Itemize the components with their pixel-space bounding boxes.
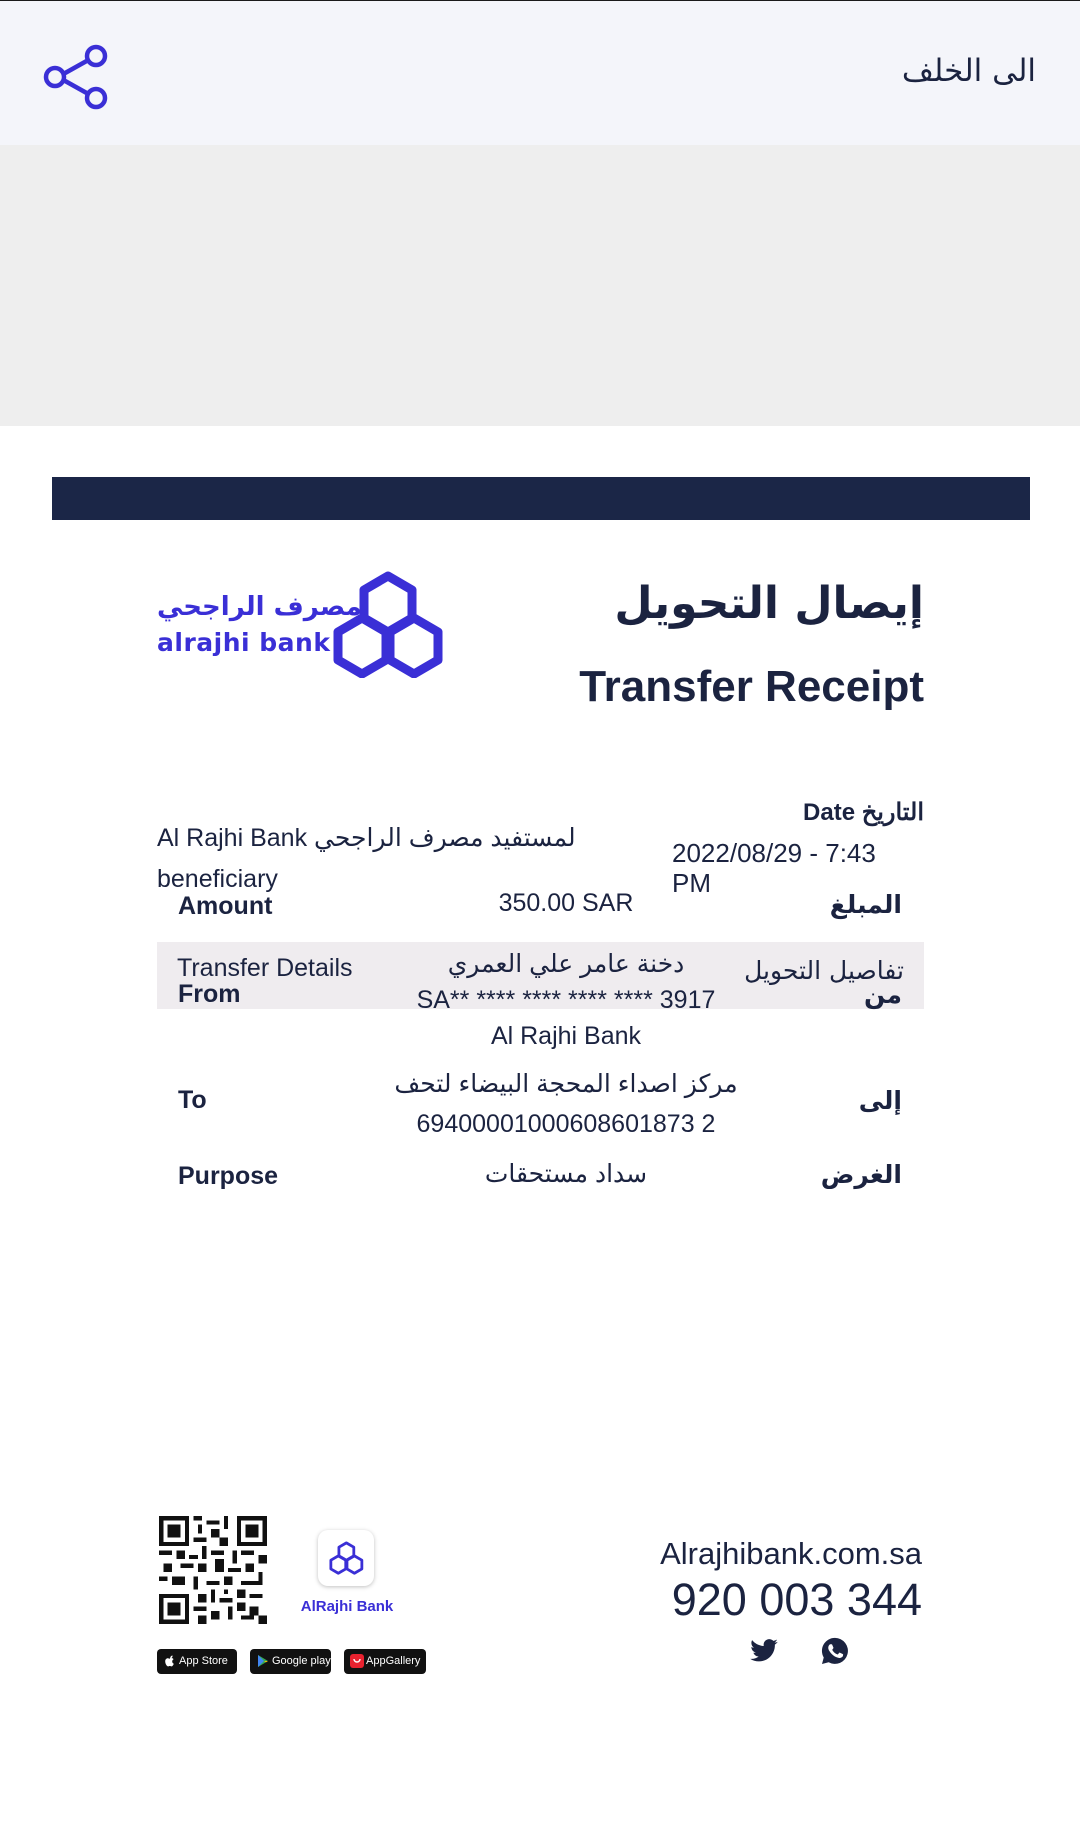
twitter-button[interactable] <box>748 1636 780 1666</box>
amount-value: 350.00 SAR <box>366 889 766 918</box>
app-store-badge[interactable]: App Store <box>157 1649 237 1674</box>
purpose-value-line: سداد مستحقات <box>484 1160 648 1188</box>
twitter-icon <box>750 1639 778 1662</box>
whatsapp-icon <box>821 1637 848 1664</box>
from-value: دخنة عامر علي العمري SA** **** **** ****… <box>366 946 766 1054</box>
qr-code <box>159 1516 267 1624</box>
purpose-label: Purpose <box>178 1162 279 1190</box>
receipt-title-arabic: إيصال التحويل <box>614 578 924 629</box>
sender-name: دخنة عامر علي العمري <box>447 950 685 978</box>
date-label: Date التاريخ <box>803 799 924 826</box>
appgallery-icon <box>350 1654 364 1668</box>
back-button[interactable]: الى الخلف <box>902 53 1036 89</box>
google-play-label: Google play <box>272 1655 331 1667</box>
share-button[interactable] <box>40 41 112 113</box>
logo-english-text: alrajhi bank <box>157 628 331 657</box>
app-tile-label: AlRajhi Bank <box>300 1598 394 1615</box>
receipt-top-bar <box>52 477 1030 520</box>
top-bar: الى الخلف <box>0 0 1080 145</box>
from-label: From <box>178 980 241 1008</box>
appgallery-label: AppGallery <box>366 1655 421 1667</box>
alrajhi-logo: مصرف الراجحي alrajhi bank <box>155 570 455 678</box>
recipient-name: مركز اصداء المحجة البيضاء لتحف <box>394 1070 738 1098</box>
to-label: To <box>178 1086 207 1114</box>
google-play-icon <box>258 1655 268 1667</box>
app-tile[interactable] <box>318 1530 374 1586</box>
beneficiary-type: Al Rajhi Bank لمستفيد مصرف الراجحي benef… <box>157 824 576 893</box>
app-store-label: App Store <box>179 1655 228 1667</box>
sender-bank: Al Rajhi Bank <box>490 1022 642 1050</box>
sender-iban: SA** **** **** **** **** 3917 <box>416 986 716 1014</box>
receipt: مصرف الراجحي alrajhi bank إيصال التحويل … <box>0 426 1080 1821</box>
google-play-badge[interactable]: Google play <box>250 1649 331 1674</box>
whatsapp-button[interactable] <box>820 1636 852 1666</box>
empty-area <box>0 145 1080 426</box>
logo-arabic-text: مصرف الراجحي <box>157 592 362 622</box>
share-icon <box>43 44 108 110</box>
transfer-details-title: Transfer Details <box>177 954 353 982</box>
to-label-arabic: إلى <box>858 1086 902 1115</box>
receipt-title: Transfer Receipt <box>579 662 924 711</box>
to-value: مركز اصداء المحجة البيضاء لتحف 694000010… <box>366 1064 766 1144</box>
from-label-arabic: من <box>864 980 902 1009</box>
purpose-value: سداد مستحقات <box>366 1159 766 1189</box>
alrajhi-logo-icon <box>333 571 443 678</box>
amount-label: Amount <box>178 892 273 920</box>
purpose-label-arabic: الغرض <box>820 1160 902 1189</box>
amount-label-arabic: المبلغ <box>829 890 902 919</box>
alrajhi-app-icon <box>329 1541 364 1575</box>
recipient-account: 69400001000608601873 2 <box>416 1110 716 1138</box>
apple-icon <box>165 1655 174 1667</box>
website-link[interactable]: Alrajhibank.com.sa <box>660 1536 922 1572</box>
amount-value-line: 350.00 SAR <box>498 889 634 917</box>
phone-number[interactable]: 920 003 344 <box>672 1574 922 1626</box>
appgallery-badge[interactable]: AppGallery <box>344 1649 426 1674</box>
